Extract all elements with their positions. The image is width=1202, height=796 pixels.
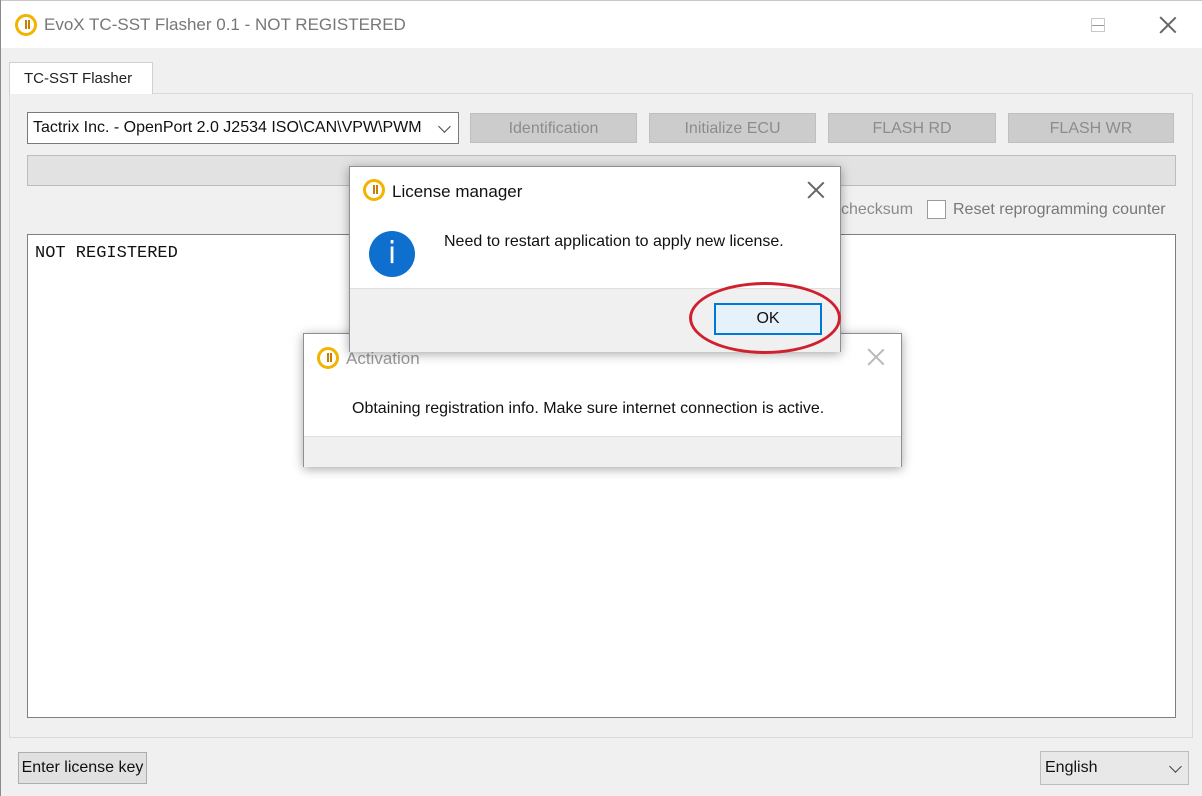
app-icon: [15, 14, 37, 36]
device-select[interactable]: Tactrix Inc. - OpenPort 2.0 J2534 ISO\CA…: [27, 112, 459, 144]
initialize-ecu-button[interactable]: Initialize ECU: [649, 113, 816, 143]
language-select-value: English: [1045, 759, 1098, 776]
reset-counter-checkbox[interactable]: [927, 200, 946, 219]
close-button[interactable]: [1133, 1, 1202, 49]
title-bar[interactable]: EvoX TC-SST Flasher 0.1 - NOT REGISTERED: [1, 0, 1202, 48]
activation-close-button[interactable]: [856, 342, 896, 372]
device-select-value: Tactrix Inc. - OpenPort 2.0 J2534 ISO\CA…: [33, 119, 422, 136]
chevron-down-icon: [1169, 760, 1182, 773]
info-icon: i: [369, 231, 415, 277]
window-title: EvoX TC-SST Flasher 0.1 - NOT REGISTERED: [44, 15, 406, 34]
app-icon: [363, 179, 385, 201]
enter-license-key-button[interactable]: Enter license key: [18, 752, 147, 784]
activation-dialog-footer: [304, 436, 901, 467]
license-dialog-title: License manager: [392, 182, 523, 201]
license-message: Need to restart application to apply new…: [444, 233, 784, 250]
close-icon: [806, 180, 826, 200]
close-icon: [1158, 15, 1178, 35]
identification-button[interactable]: Identification: [470, 113, 637, 143]
chevron-down-icon: [438, 120, 451, 133]
checksum-checkbox-label[interactable]: checksum: [841, 201, 913, 219]
license-close-button[interactable]: [796, 175, 836, 205]
ok-button[interactable]: OK: [714, 303, 822, 335]
license-manager-dialog: License manager i Need to restart applic…: [349, 166, 841, 354]
activation-message: Obtaining registration info. Make sure i…: [352, 400, 825, 417]
main-window: EvoX TC-SST Flasher 0.1 - NOT REGISTERED…: [0, 0, 1202, 796]
activation-dialog-title: Activation: [346, 349, 420, 368]
reset-counter-label[interactable]: Reset reprogramming counter: [953, 201, 1166, 219]
maximize-button[interactable]: [1091, 18, 1105, 32]
flash-wr-button[interactable]: FLASH WR: [1008, 113, 1174, 143]
close-icon: [866, 347, 886, 367]
language-select[interactable]: English: [1040, 751, 1189, 785]
app-icon: [317, 347, 339, 369]
flash-rd-button[interactable]: FLASH RD: [828, 113, 996, 143]
activation-dialog: Activation Obtaining registration info. …: [303, 333, 902, 467]
tab-tc-sst-flasher[interactable]: TC-SST Flasher: [9, 62, 153, 94]
log-text: NOT REGISTERED: [35, 244, 178, 263]
license-dialog-footer: OK: [350, 282, 841, 354]
